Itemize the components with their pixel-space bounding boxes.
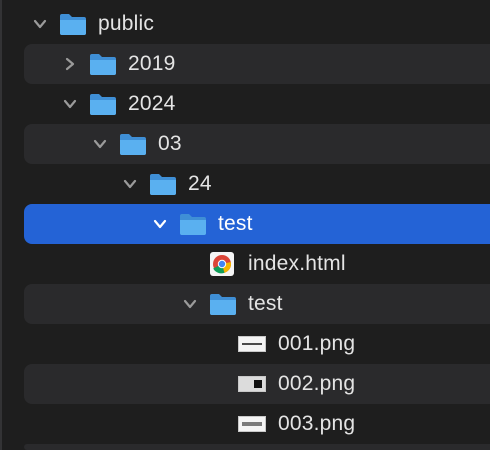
tree-row-label: 24 [188, 172, 212, 195]
tree-row-2024[interactable]: 2024 [24, 84, 490, 124]
tree-row-test-nested[interactable]: test [24, 284, 490, 324]
folder-icon [88, 52, 118, 76]
tree-row-label: 002.png [278, 372, 356, 395]
tree-row-label: test [218, 212, 253, 235]
tree-row-label: index.html [248, 252, 346, 275]
tree-row-label: 003.png [278, 412, 356, 435]
tree-row-label: 2024 [128, 92, 176, 115]
tree-row-label: test [248, 292, 283, 315]
image-thumbnail-icon [238, 416, 266, 432]
tree-row-002-png[interactable]: 002.png [24, 364, 490, 404]
tree-row-03[interactable]: 03 [24, 124, 490, 164]
chevron-down-icon[interactable] [122, 176, 138, 192]
folder-icon [148, 172, 178, 196]
tree-row-label: public [98, 12, 155, 35]
folder-icon [118, 132, 148, 156]
tree-row-24[interactable]: 24 [24, 164, 490, 204]
chevron-right-icon[interactable] [62, 56, 78, 72]
tree-row-public[interactable]: public [24, 4, 490, 44]
folder-icon [58, 12, 88, 36]
tree-row-label: 2019 [128, 52, 176, 75]
tree-row-label: 03 [158, 132, 182, 155]
chevron-down-icon[interactable] [92, 136, 108, 152]
pane-divider [0, 0, 2, 450]
tree-row-partial [24, 444, 490, 450]
folder-icon [208, 292, 238, 316]
tree-row-label: 001.png [278, 332, 356, 355]
thumbnail-content [242, 422, 262, 426]
image-thumbnail-icon [238, 336, 266, 352]
chevron-down-icon[interactable] [152, 216, 168, 232]
file-tree: public 2019 2024 03 24 test index.html t… [0, 0, 490, 450]
chevron-down-icon[interactable] [32, 16, 48, 32]
tree-row-2019[interactable]: 2019 [24, 44, 490, 84]
tree-row-index-html[interactable]: index.html [24, 244, 490, 284]
chevron-down-icon[interactable] [62, 96, 78, 112]
tree-row-001-png[interactable]: 001.png [24, 324, 490, 364]
thumbnail-content [254, 380, 262, 388]
thumbnail-content [242, 343, 262, 345]
chrome-icon [209, 251, 235, 277]
image-thumbnail-icon [238, 376, 266, 392]
folder-icon [88, 92, 118, 116]
folder-icon [178, 212, 208, 236]
tree-row-test-selected[interactable]: test [24, 204, 490, 244]
chevron-down-icon[interactable] [182, 296, 198, 312]
tree-row-003-png[interactable]: 003.png [24, 404, 490, 444]
